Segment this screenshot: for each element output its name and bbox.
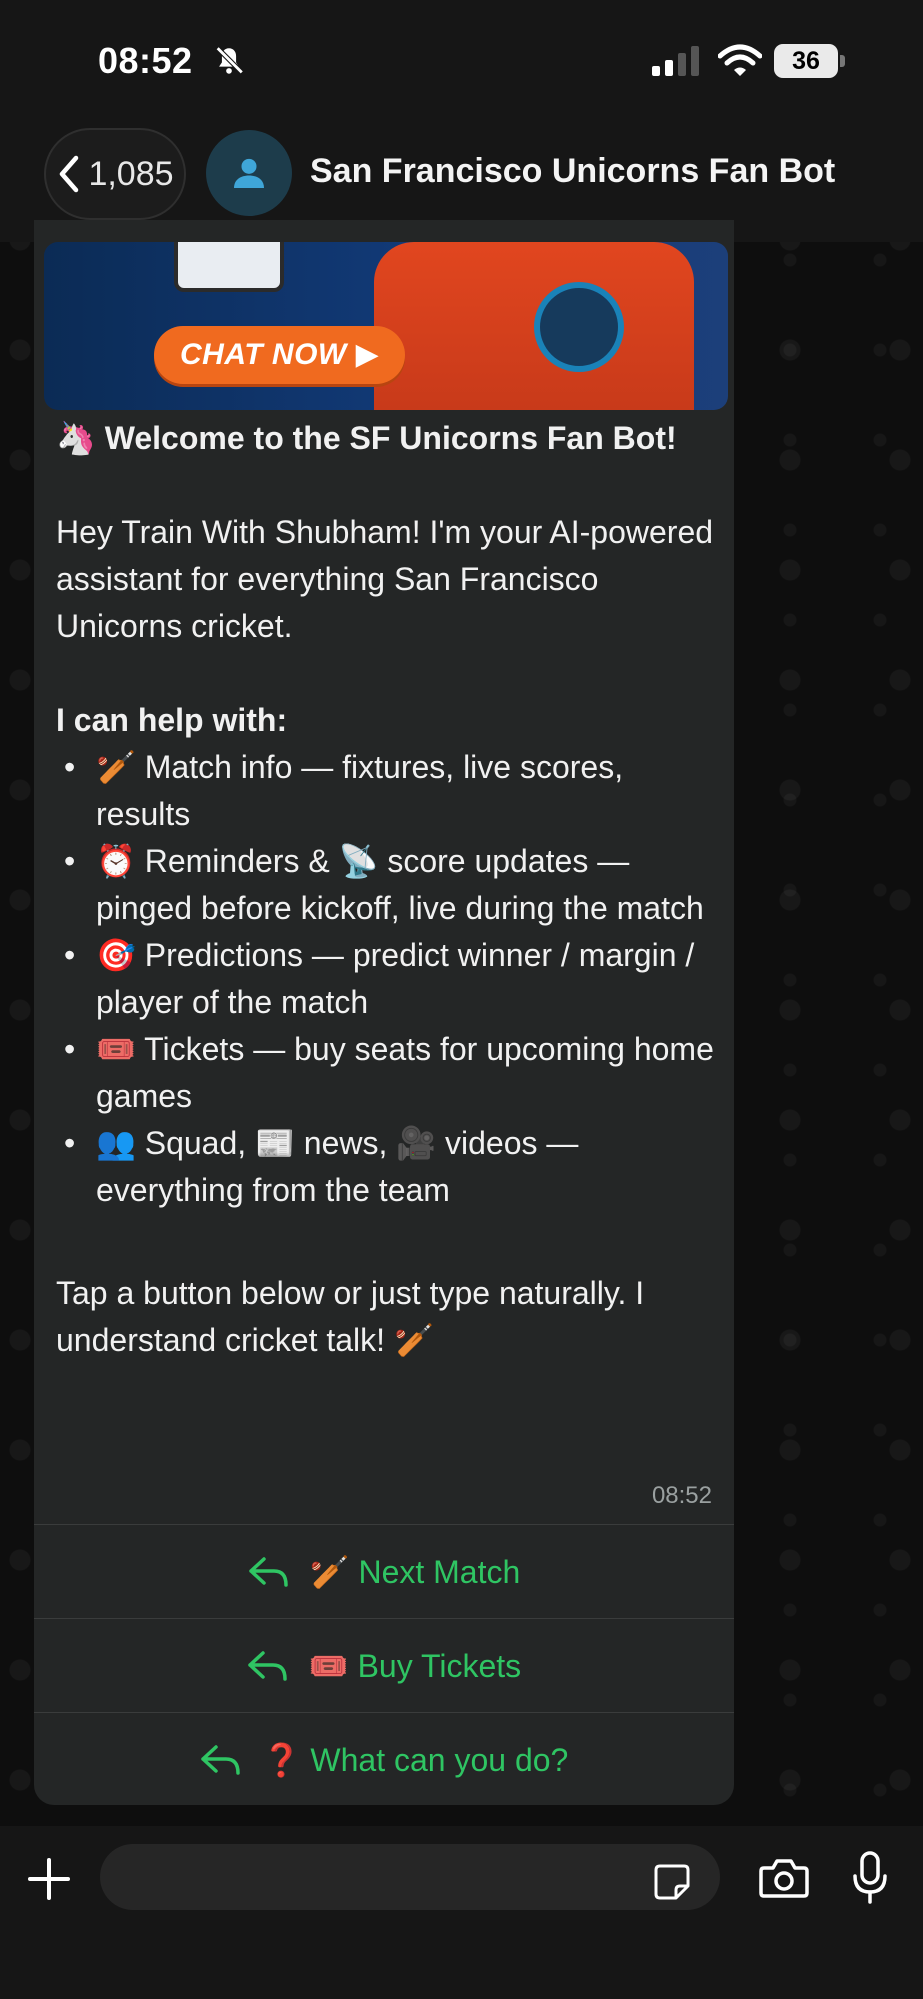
bell-off-icon xyxy=(215,46,244,75)
signal-icon xyxy=(652,46,699,76)
feature-list: 🏏 Match info — fixtures, live scores, re… xyxy=(56,744,716,1214)
back-button[interactable]: 1,085 xyxy=(44,128,186,220)
wifi-icon xyxy=(718,44,762,76)
chat-now-badge: CHAT NOW ▶ xyxy=(154,326,406,384)
list-item: ⏰ Reminders & 📡 score updates — pinged b… xyxy=(56,838,716,932)
camera-icon[interactable] xyxy=(758,1856,810,1900)
reply-arrow-icon xyxy=(248,1650,287,1681)
reply-arrow-icon xyxy=(248,1556,288,1587)
person-icon xyxy=(234,158,264,188)
plus-icon[interactable] xyxy=(26,1856,72,1902)
list-item: 🎟️ Tickets — buy seats for upcoming home… xyxy=(56,1026,716,1120)
chevron-left-icon xyxy=(60,155,79,193)
battery-tip xyxy=(840,55,845,67)
outro-text: Tap a button below or just type naturall… xyxy=(56,1275,645,1358)
sticker-icon[interactable] xyxy=(652,1862,692,1902)
header-bar: 08:52 36 1,085 San Francisco Unicorns Fa… xyxy=(0,0,923,242)
message-bubble: CHAT NOW ▶ 🦄 Welcome to the SF Unicorns … xyxy=(34,220,734,1805)
chat-title[interactable]: San Francisco Unicorns Fan Bot xyxy=(310,152,835,191)
reply-arrow-icon xyxy=(200,1744,240,1775)
help-heading: I can help with: xyxy=(56,702,288,738)
team-logo xyxy=(534,282,624,372)
status-time: 08:52 xyxy=(98,40,193,81)
microphone-icon[interactable] xyxy=(850,1850,890,1906)
unread-count: 1,085 xyxy=(88,154,174,193)
intro-text: Hey Train With Shubham! I'm your AI-powe… xyxy=(56,514,714,644)
welcome-heading: 🦄 Welcome to the SF Unicorns Fan Bot! xyxy=(56,420,677,456)
phone-illustration xyxy=(174,242,284,292)
list-item: 🏏 Match info — fixtures, live scores, re… xyxy=(56,744,716,838)
composer-bar xyxy=(0,1826,923,1999)
buy-tickets-label: 🎟️ Buy Tickets xyxy=(308,1647,522,1684)
next-match-button[interactable]: 🏏 Next Match xyxy=(34,1524,734,1618)
next-match-label: 🏏 Next Match xyxy=(309,1553,521,1590)
battery-indicator: 36 xyxy=(774,44,838,78)
what-can-you-do-button[interactable]: ❓ What can you do? xyxy=(34,1712,734,1805)
what-can-you-do-label: ❓ What can you do? xyxy=(261,1741,569,1778)
message-text: 🦄 Welcome to the SF Unicorns Fan Bot! He… xyxy=(56,415,716,1411)
list-item: 👥 Squad, 📰 news, 🎥 videos — everything f… xyxy=(56,1120,716,1214)
avatar[interactable] xyxy=(206,130,292,216)
list-item: 🎯 Predictions — predict winner / margin … xyxy=(56,932,716,1026)
message-input[interactable] xyxy=(100,1844,720,1910)
promo-banner-image[interactable]: CHAT NOW ▶ xyxy=(44,242,728,410)
buy-tickets-button[interactable]: 🎟️ Buy Tickets xyxy=(34,1618,734,1712)
message-timestamp: 08:52 xyxy=(651,1482,712,1509)
